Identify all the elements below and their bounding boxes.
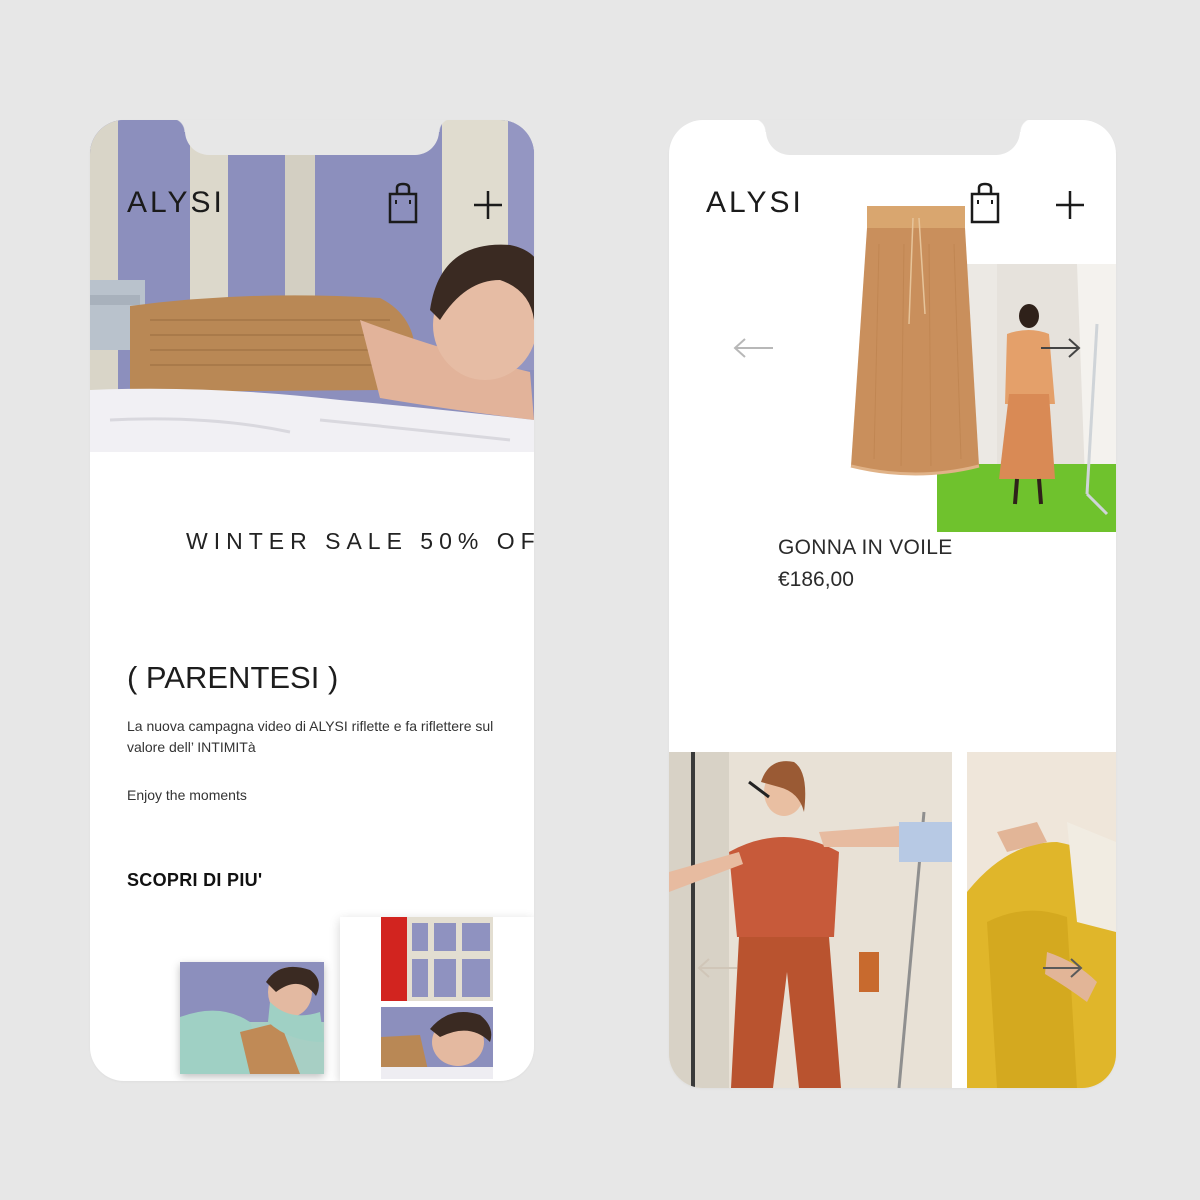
phone-screen-home: ALYSI WINTER SALE 50% OFF ( PARENTESI ) …	[90, 120, 534, 1081]
plus-icon[interactable]	[473, 190, 503, 225]
lookbook-photo-yellow[interactable]	[967, 752, 1116, 1088]
shopping-bag-icon[interactable]	[388, 182, 418, 229]
brand-logo[interactable]: ALYSI	[127, 186, 225, 220]
product-price: €186,00	[778, 568, 854, 591]
campaign-description: La nuova campagna video di ALYSI riflett…	[127, 718, 494, 755]
sale-banner[interactable]: WINTER SALE 50% OFF	[186, 528, 534, 555]
arrow-left-icon[interactable]	[733, 338, 775, 363]
campaign-gallery-card[interactable]	[340, 917, 534, 1081]
campaign-tagline: Enjoy the moments	[127, 787, 247, 803]
phone-notch	[751, 120, 1034, 155]
campaign-title: ( PARENTESI )	[127, 660, 339, 695]
campaign-thumbnail[interactable]	[180, 962, 324, 1074]
plus-icon[interactable]	[1055, 190, 1085, 225]
arrow-right-icon[interactable]	[1041, 958, 1083, 983]
brand-logo[interactable]: ALYSI	[706, 186, 804, 220]
lookbook-photo-orange[interactable]	[669, 752, 952, 1088]
product-name[interactable]: GONNA IN VOILE	[778, 536, 953, 560]
arrow-left-icon[interactable]	[697, 958, 739, 983]
discover-more-link[interactable]: SCOPRI DI PIU'	[127, 870, 263, 891]
hero-image[interactable]	[90, 120, 534, 452]
phone-screen-product: ALYSI GONNA IN VOILE €186,00	[669, 120, 1116, 1088]
arrow-right-icon[interactable]	[1039, 338, 1081, 363]
phone-notch	[171, 120, 453, 155]
shopping-bag-icon[interactable]	[970, 182, 1000, 229]
skirt-product-image[interactable]	[849, 204, 983, 480]
